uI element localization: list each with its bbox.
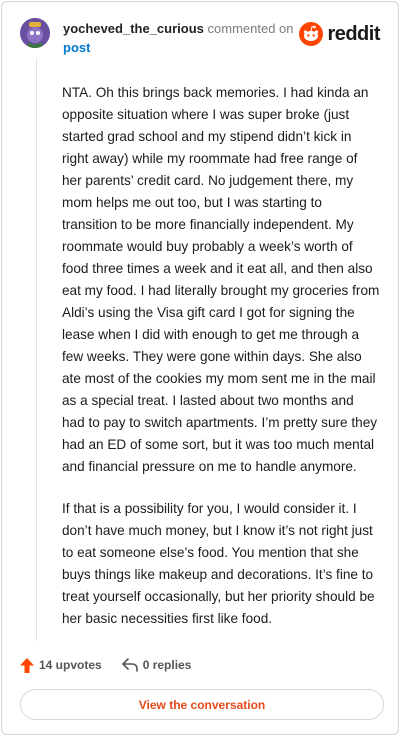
reply-count: 0 replies <box>142 658 192 672</box>
upvote-button[interactable]: 14 upvotes <box>20 657 102 673</box>
comment-meta: yocheved_the_curious commented on post <box>63 19 294 57</box>
comment-paragraph: NTA. Oh this brings back memories. I had… <box>62 85 380 474</box>
comment-paragraph: If that is a possibility for you, I woul… <box>62 501 375 626</box>
reddit-logo[interactable]: reddit <box>299 22 380 46</box>
avatar-image <box>20 18 50 48</box>
thread-line[interactable] <box>36 58 37 641</box>
username-link[interactable]: yocheved_the_curious <box>63 21 204 36</box>
comment-actions: 14 upvotes 0 replies <box>20 656 191 674</box>
comment-header: yocheved_the_curious commented on post r… <box>20 16 384 56</box>
reply-button[interactable]: 0 replies <box>121 658 192 672</box>
upvote-count: 14 upvotes <box>39 658 102 672</box>
comment-embed-card: yocheved_the_curious commented on post r… <box>1 1 399 735</box>
reddit-wordmark: reddit <box>327 22 380 45</box>
upvote-arrow-icon <box>20 657 34 673</box>
view-conversation-button[interactable]: View the conversation <box>20 689 384 720</box>
comment-body: NTA. Oh this brings back memories. I had… <box>62 82 380 650</box>
reply-arrow-icon <box>121 658 138 672</box>
avatar[interactable] <box>20 18 50 48</box>
reddit-snoo-icon <box>299 22 324 46</box>
commented-on-text: commented on <box>207 21 294 36</box>
post-link[interactable]: post <box>63 38 294 57</box>
